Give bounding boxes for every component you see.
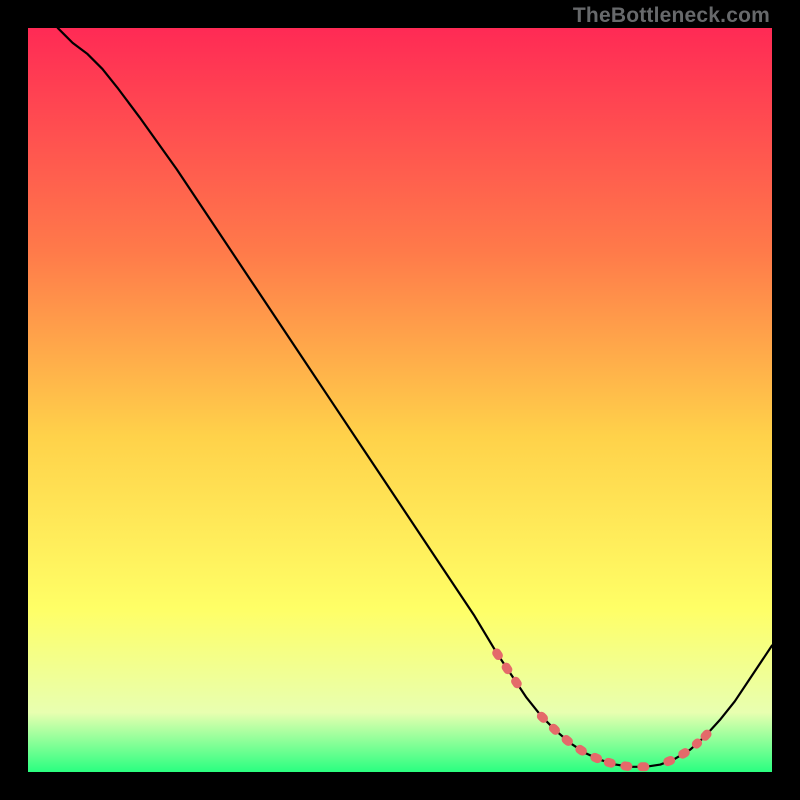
chart-frame — [28, 28, 772, 772]
watermark-text: TheBottleneck.com — [573, 4, 770, 28]
highlight-dash — [668, 759, 675, 762]
gradient-background — [28, 28, 772, 772]
bottleneck-chart — [28, 28, 772, 772]
